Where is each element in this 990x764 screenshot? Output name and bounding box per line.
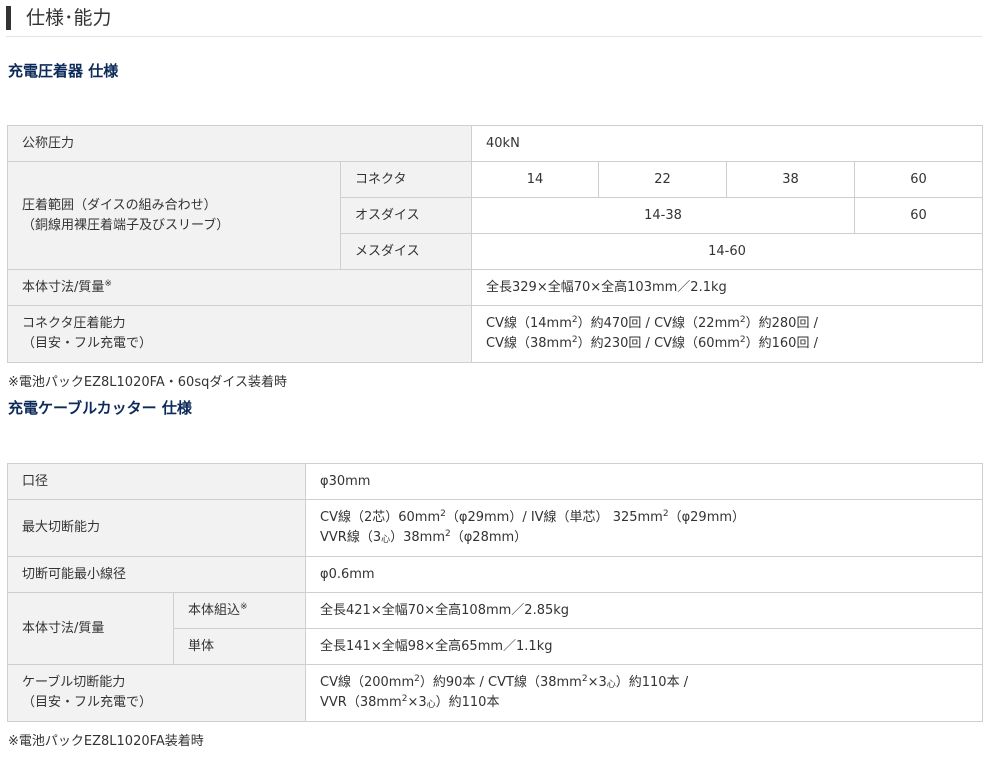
cut-capacity-line1: CV線（200mm2）約90本 / CVT線（38mm2×3心）約110本 /	[320, 673, 968, 693]
capacity-text: CV線（200mm	[320, 675, 415, 690]
cutter-spec-table: 口径 φ30mm 最大切断能力 CV線（2芯）60mm2（φ29mm）/ IV線…	[6, 463, 984, 722]
cut-capacity-value: CV線（200mm2）約90本 / CVT線（38mm2×3心）約110本 / …	[305, 664, 984, 722]
crimper-dimensions-label-text: 本体寸法/質量	[22, 279, 105, 295]
unit-label: 単体	[172, 628, 307, 665]
assembled-label-text: 本体組込	[188, 602, 241, 618]
capacity-text: CV線（60mm	[654, 336, 740, 351]
capacity-text: （φ29mm）	[668, 510, 746, 525]
crimp-capacity-label-line1: コネクタ圧着能力	[22, 316, 126, 331]
page-heading: 仕様･能力	[6, 5, 982, 37]
rated-pressure-value: 40kN	[471, 125, 984, 162]
female-die-label: メスダイス	[339, 233, 473, 270]
capacity-text: CV線（14mm	[486, 316, 572, 331]
crimp-capacity-label-line2: （目安・フル充電で）	[22, 336, 153, 351]
female-die-range: 14-60	[471, 233, 984, 270]
capacity-text: CV線（2芯）60mm	[320, 510, 441, 525]
crimp-range-label-line1: 圧着範囲（ダイスの組み合わせ）	[22, 197, 217, 213]
crimper-dimensions-value: 全長329×全幅70×全高103mm／2.1kg	[471, 269, 984, 306]
cut-capacity-line2: VVR（38mm2×3心）約110本	[320, 693, 968, 713]
subscript: 心	[606, 680, 616, 690]
min-wire-label: 切断可能最小線径	[6, 556, 307, 593]
capacity-text: CV線（38mm	[486, 336, 572, 351]
crimp-capacity-label: コネクタ圧着能力 （目安・フル充電で）	[6, 305, 473, 363]
capacity-text: ）38mm	[390, 530, 445, 545]
crimp-capacity-line1: CV線（14mm2）約470回 / CV線（22mm2）約280回 /	[486, 314, 968, 334]
capacity-text: ）約470回 /	[577, 316, 655, 331]
male-die-range: 60	[854, 197, 984, 234]
crimper-dimensions-label: 本体寸法/質量※	[6, 269, 473, 306]
max-cut-line1: CV線（2芯）60mm2（φ29mm）/ IV線（単芯） 325mm2（φ29m…	[320, 508, 968, 528]
connector-size: 60	[854, 161, 984, 198]
crimper-section-title: 充電圧着器 仕様	[8, 62, 119, 80]
connector-size: 38	[726, 161, 856, 198]
crimp-range-label: 圧着範囲（ダイスの組み合わせ） （銅線用裸圧着端子及びスリーブ）	[7, 161, 341, 270]
table-row: 最大切断能力 CV線（2芯）60mm2（φ29mm）/ IV線（単芯） 325m…	[6, 499, 984, 557]
male-die-range: 14-38	[471, 197, 856, 234]
capacity-text: ×3	[407, 695, 427, 710]
table-row: 口径 φ30mm	[6, 463, 984, 500]
crimper-spec-table: 公称圧力 40kN 圧着範囲（ダイスの組み合わせ） （銅線用裸圧着端子及びスリー…	[6, 125, 984, 363]
table-row: 本体寸法/質量※ 全長329×全幅70×全高103mm／2.1kg	[6, 269, 984, 306]
note-mark: ※	[240, 601, 248, 612]
capacity-text: ）約280回 /	[745, 316, 818, 331]
table-row: コネクタ圧着能力 （目安・フル充電で） CV線（14mm2）約470回 / CV…	[6, 305, 984, 363]
cut-capacity-label: ケーブル切断能力 （目安・フル充電で）	[6, 664, 307, 722]
assembled-value: 全長421×全幅70×全高108mm／2.85kg	[305, 592, 984, 629]
capacity-text: CV線（22mm	[654, 316, 740, 331]
heading-accent-bar	[6, 6, 11, 30]
capacity-text: VVR（38mm	[320, 695, 402, 710]
cut-capacity-label-line1: ケーブル切断能力	[22, 675, 126, 690]
cut-capacity-label-line2: （目安・フル充電で）	[22, 695, 153, 710]
connector-size: 22	[598, 161, 728, 198]
capacity-text: （φ28mm）	[450, 530, 528, 545]
capacity-text: ）約90本 / CVT線（38mm	[419, 675, 582, 690]
subscript: 心	[381, 535, 391, 545]
max-cut-line2: VVR線（3心）38mm2（φ28mm）	[320, 528, 968, 548]
connector-size: 14	[471, 161, 600, 198]
capacity-text: ）約230回 /	[577, 336, 655, 351]
capacity-text: （φ29mm）/ IV線（単芯） 325mm	[445, 510, 663, 525]
rated-pressure-label: 公称圧力	[6, 125, 473, 162]
min-wire-value: φ0.6mm	[305, 556, 984, 593]
connector-label: コネクタ	[339, 161, 473, 198]
capacity-text: VVR線（3	[320, 530, 382, 545]
assembled-label: 本体組込※	[172, 592, 307, 629]
max-cut-label: 最大切断能力	[6, 499, 307, 557]
cutter-footnote: ※電池パックEZ8L1020FA装着時	[8, 734, 204, 749]
table-row: 本体寸法/質量 本体組込※ 全長421×全幅70×全高108mm／2.85kg	[7, 592, 984, 665]
capacity-text: ）約110本	[435, 695, 500, 710]
page-title: 仕様･能力	[26, 7, 112, 29]
note-mark: ※	[104, 278, 112, 289]
capacity-text: ）約160回 /	[745, 336, 818, 351]
bore-label: 口径	[6, 463, 307, 500]
table-row: 公称圧力 40kN	[6, 125, 984, 162]
capacity-text: ×3	[587, 675, 607, 690]
crimp-range-label-line2: （銅線用裸圧着端子及びスリーブ）	[22, 217, 230, 233]
subscript: 心	[426, 700, 436, 710]
table-row: ケーブル切断能力 （目安・フル充電で） CV線（200mm2）約90本 / CV…	[6, 664, 984, 722]
capacity-text: ）約110本 /	[615, 675, 689, 690]
cutter-section-title: 充電ケーブルカッター 仕様	[8, 399, 192, 417]
table-row: 圧着範囲（ダイスの組み合わせ） （銅線用裸圧着端子及びスリーブ） コネクタ 14…	[7, 161, 984, 270]
unit-value: 全長141×全幅98×全高65mm／1.1kg	[305, 628, 984, 665]
crimp-capacity-line2: CV線（38mm2）約230回 / CV線（60mm2）約160回 /	[486, 334, 968, 354]
cutter-dimensions-label: 本体寸法/質量	[7, 592, 174, 665]
bore-value: φ30mm	[305, 463, 984, 500]
crimp-capacity-value: CV線（14mm2）約470回 / CV線（22mm2）約280回 / CV線（…	[471, 305, 984, 363]
table-row: 切断可能最小線径 φ0.6mm	[6, 556, 984, 593]
male-die-label: オスダイス	[339, 197, 473, 234]
crimper-footnote: ※電池パックEZ8L1020FA・60sqダイス装着時	[8, 375, 287, 390]
max-cut-value: CV線（2芯）60mm2（φ29mm）/ IV線（単芯） 325mm2（φ29m…	[305, 499, 984, 557]
